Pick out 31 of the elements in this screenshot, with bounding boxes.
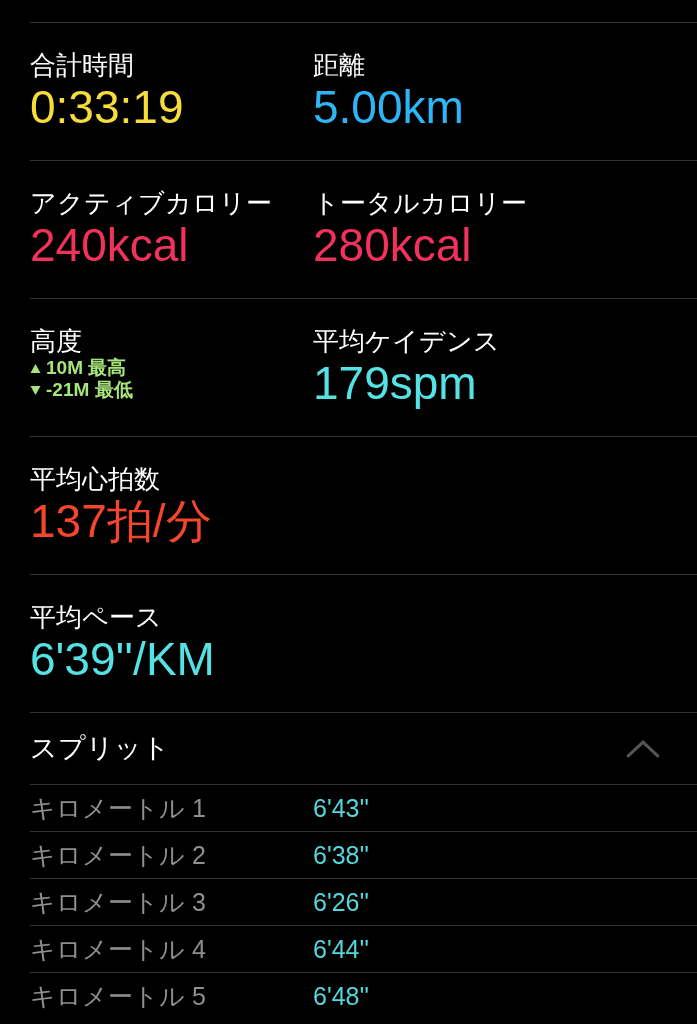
split-time: 6'38'' [313, 840, 371, 870]
metric-value: 6'39''/KM [30, 633, 216, 685]
metric-value: 280kcal [313, 219, 473, 271]
up-triangle-icon [30, 362, 41, 374]
metric-value: 240kcal [30, 219, 190, 271]
down-triangle-icon [30, 384, 41, 396]
metric-label: 平均ケイデンス [313, 325, 501, 357]
elevation-reading: -21M 最低 [46, 379, 133, 401]
metric-value: 179spm [313, 357, 478, 409]
split-label: キロメートル 3 [30, 886, 207, 918]
section-title: スプリット [30, 731, 170, 765]
split-label: キロメートル 2 [30, 839, 207, 871]
metric-value: 0:33:19 [30, 81, 185, 133]
metric-label: 平均心拍数 [30, 463, 161, 495]
metric-label: 平均ペース [30, 601, 163, 633]
split-label: キロメートル 5 [30, 980, 207, 1012]
elevation-reading: 10M 最高 [46, 357, 127, 379]
metric-label: 距離 [313, 49, 366, 81]
split-time: 6'44'' [313, 934, 371, 964]
metric-label: 合計時間 [30, 49, 135, 81]
split-time: 6'26'' [313, 887, 371, 917]
split-label: キロメートル 4 [30, 933, 207, 965]
metric-label: アクティブカロリー [30, 187, 273, 219]
metric-value: 137拍/分 [30, 495, 213, 547]
metric-label: 高度 [30, 325, 83, 357]
split-time: 6'48'' [313, 981, 371, 1011]
metric-value: 5.00km [313, 81, 465, 133]
chevron-icon[interactable] [625, 738, 661, 759]
split-label: キロメートル 1 [30, 792, 207, 824]
metric-label: トータルカロリー [313, 187, 528, 219]
split-time: 6'43'' [313, 793, 371, 823]
